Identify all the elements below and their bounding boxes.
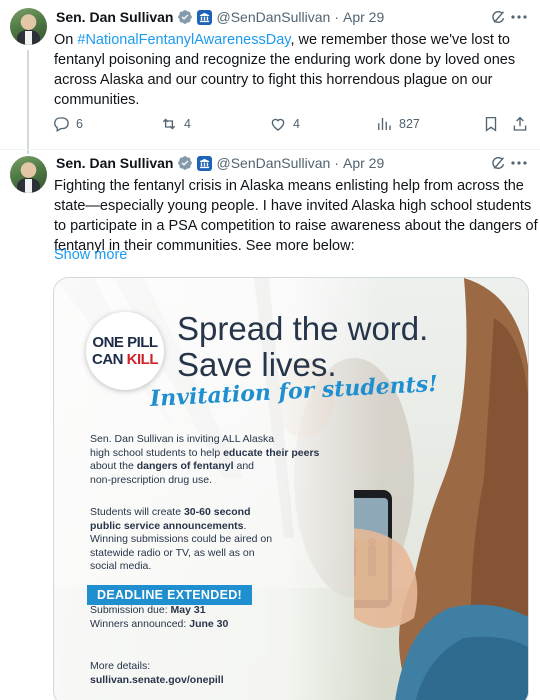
tweet-header: Sen. Dan Sullivan @SenDanSullivan · Apr … — [56, 153, 384, 173]
government-label-icon[interactable] — [197, 155, 213, 171]
thread-connector — [27, 50, 29, 154]
avatar[interactable] — [10, 156, 47, 193]
psa-paragraph: Students will create 30-60 second public… — [90, 506, 273, 572]
like-button[interactable]: 4 — [269, 112, 300, 136]
repost-count: 4 — [184, 117, 191, 131]
deadline-banner: DEADLINE EXTENDED! — [87, 585, 252, 605]
like-icon — [271, 118, 285, 131]
tweet-text: On #NationalFentanylAwarenessDay, we rem… — [54, 32, 516, 108]
like-count: 4 — [293, 117, 300, 131]
author-name[interactable]: Sen. Dan Sullivan — [56, 9, 173, 25]
separator-dot: · — [334, 9, 339, 25]
details-url: sullivan.senate.gov/onepill — [90, 673, 224, 686]
tweet-date[interactable]: Apr 29 — [343, 155, 384, 171]
views-icon — [378, 118, 391, 130]
share-icon[interactable] — [511, 112, 535, 136]
tweet-text: Fighting the fentanyl crisis in Alaska m… — [54, 178, 538, 254]
views-button[interactable]: 827 — [375, 112, 420, 136]
separator-dot: · — [334, 155, 339, 171]
author-name[interactable]: Sen. Dan Sullivan — [56, 155, 173, 171]
government-label-icon[interactable] — [197, 9, 213, 25]
verified-badge-icon[interactable] — [177, 9, 193, 25]
author-handle[interactable]: @SenDanSullivan — [216, 9, 330, 25]
details-block: More details: sullivan.senate.gov/onepil… — [90, 660, 365, 687]
avatar[interactable] — [10, 8, 47, 45]
reply-button[interactable]: 6 — [52, 112, 83, 136]
author-handle[interactable]: @SenDanSullivan — [216, 155, 330, 171]
headline: Spread the word. — [177, 310, 429, 347]
grok-icon[interactable] — [488, 153, 508, 173]
invite-paragraph: Sen. Dan Sullivan is inviting ALL Alaska… — [90, 433, 320, 486]
more-options-icon[interactable] — [510, 153, 528, 173]
reply-count: 6 — [76, 117, 83, 131]
bookmark-icon[interactable] — [482, 112, 506, 136]
tweet[interactable]: Sen. Dan Sullivan @SenDanSullivan · Apr … — [0, 150, 540, 700]
more-options-icon[interactable] — [510, 7, 528, 27]
reply-icon — [54, 117, 69, 132]
hashtag-link[interactable]: #NationalFentanylAwarenessDay — [77, 32, 290, 48]
tweet[interactable]: Sen. Dan Sullivan @SenDanSullivan · Apr … — [0, 0, 540, 154]
grok-icon[interactable] — [488, 7, 508, 27]
tweet-header: Sen. Dan Sullivan @SenDanSullivan · Apr … — [56, 7, 384, 27]
one-pill-can-kill-logo: ONE PILL CAN KILL — [86, 312, 164, 390]
tweet-media-image[interactable]: ONE PILL CAN KILL Spread the word. Save … — [53, 277, 529, 700]
show-more-link[interactable]: Show more — [54, 247, 127, 263]
repost-icon — [162, 118, 176, 130]
repost-button[interactable]: 4 — [160, 112, 191, 136]
views-count: 827 — [399, 117, 420, 131]
tweet-actions: 6 4 4 827 — [52, 112, 532, 136]
tweet-date[interactable]: Apr 29 — [343, 9, 384, 25]
dates-block: Submission due: May 31 Winners announced… — [90, 604, 229, 630]
verified-badge-icon[interactable] — [177, 155, 193, 171]
